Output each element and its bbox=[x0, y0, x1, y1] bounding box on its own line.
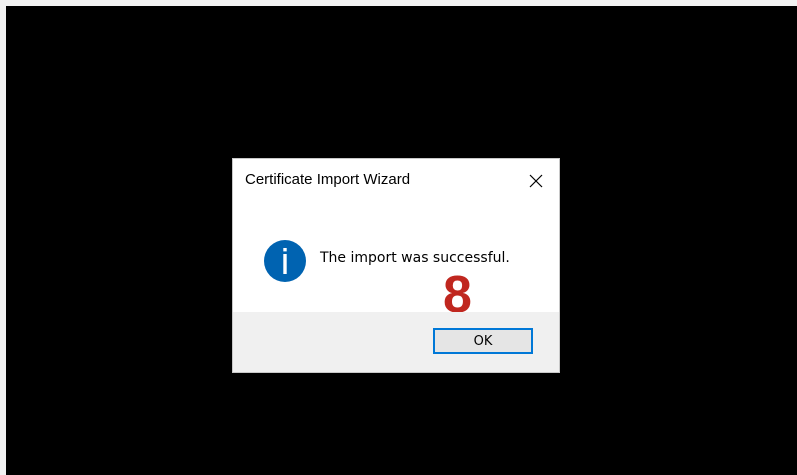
close-button[interactable] bbox=[523, 168, 549, 194]
dialog-footer: OK bbox=[233, 312, 559, 372]
info-icon bbox=[264, 240, 306, 282]
dialog-title: Certificate Import Wizard bbox=[245, 171, 411, 188]
close-icon bbox=[529, 174, 543, 188]
dialog-message: The import was successful. bbox=[320, 250, 510, 266]
ok-button[interactable]: OK bbox=[433, 328, 533, 354]
certificate-import-dialog: Certificate Import Wizard The import was… bbox=[233, 159, 559, 372]
screen-frame: Certificate Import Wizard The import was… bbox=[0, 0, 797, 475]
